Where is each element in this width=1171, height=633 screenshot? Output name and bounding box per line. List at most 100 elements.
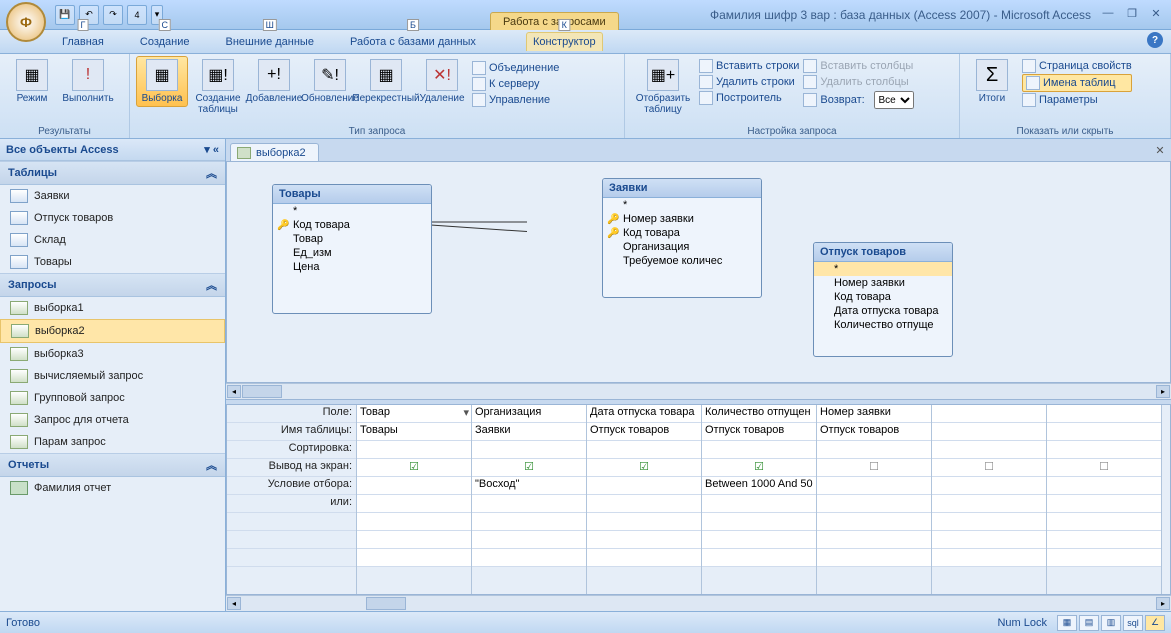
grid-cell[interactable] [587, 513, 701, 531]
grid-cell[interactable] [932, 423, 1046, 441]
nav-section-reports[interactable]: Отчеты︽ [0, 453, 225, 477]
grid-cell[interactable] [472, 549, 586, 567]
update-button[interactable]: ✎!Обновление [304, 56, 356, 107]
return-select[interactable]: Все [874, 91, 914, 109]
collapse-icon[interactable]: ︽ [206, 165, 217, 181]
grid-cell[interactable] [472, 495, 586, 513]
view-pivot-icon[interactable]: ▤ [1079, 615, 1099, 631]
grid-cell[interactable]: ☑ [587, 459, 701, 477]
view-datasheet-icon[interactable]: ▦ [1057, 615, 1077, 631]
grid-column[interactable]: ☐ [932, 405, 1047, 594]
run-button[interactable]: !Выполнить [62, 56, 114, 107]
table-names-button[interactable]: Имена таблиц [1022, 74, 1132, 92]
grid-column[interactable]: Номер заявкиОтпуск товаров ☐ [817, 405, 932, 594]
grid-cell[interactable]: Товары [357, 423, 471, 441]
grid-cell[interactable]: Отпуск товаров [587, 423, 701, 441]
passthrough-button[interactable]: К серверу [472, 76, 559, 92]
grid-cell[interactable] [932, 513, 1046, 531]
table-field[interactable]: Цена [273, 260, 431, 274]
table-field[interactable]: Номер заявки [814, 276, 952, 290]
grid-cell[interactable] [357, 531, 471, 549]
qat-redo-icon[interactable]: ↷ [103, 5, 123, 25]
grid-cell[interactable] [472, 441, 586, 459]
tab-design[interactable]: ККонструктор [526, 32, 603, 51]
nav-query-item[interactable]: выборка3 [0, 343, 225, 365]
grid-cell[interactable] [817, 477, 931, 495]
builder-button[interactable]: Построитель [699, 90, 799, 106]
nav-table-item[interactable]: Товары [0, 251, 225, 273]
parameters-button[interactable]: Параметры [1022, 92, 1132, 108]
delete-rows-button[interactable]: Удалить строки [699, 74, 799, 90]
grid-cell[interactable] [817, 531, 931, 549]
tab-external-data[interactable]: ШВнешние данные [220, 33, 320, 51]
diagram-hscroll[interactable]: ◂▸ [226, 383, 1171, 399]
tab-home[interactable]: ГГлавная [56, 33, 110, 51]
grid-cell[interactable]: Номер заявки [817, 405, 931, 423]
grid-cell[interactable]: Отпуск товаров [817, 423, 931, 441]
tab-database-tools[interactable]: БРабота с базами данных [344, 33, 482, 51]
append-button[interactable]: +!Добавление [248, 56, 300, 107]
grid-cell[interactable]: ☐ [817, 459, 931, 477]
grid-cell[interactable] [702, 495, 816, 513]
data-def-button[interactable]: Управление [472, 92, 559, 108]
grid-cell[interactable] [587, 477, 701, 495]
table-field[interactable]: Требуемое количес [603, 254, 761, 268]
grid-cell[interactable] [357, 441, 471, 459]
grid-column[interactable]: ОрганизацияЗаявки☑"Восход" [472, 405, 587, 594]
grid-cell[interactable] [587, 549, 701, 567]
table-box-zayavki[interactable]: Заявки * 🔑Номер заявки 🔑Код товара Орган… [602, 178, 762, 298]
grid-cell[interactable] [357, 549, 471, 567]
grid-cell[interactable]: ☐ [1047, 459, 1161, 477]
grid-cell[interactable] [357, 495, 471, 513]
close-button[interactable]: ✕ [1147, 5, 1165, 21]
nav-report-item[interactable]: Фамилия отчет [0, 477, 225, 499]
grid-cell[interactable]: "Восход" [472, 477, 586, 495]
table-field[interactable]: Организация [603, 240, 761, 254]
show-table-button[interactable]: ▦+Отобразить таблицу [631, 56, 695, 118]
delete-query-button[interactable]: ✕!Удаление [416, 56, 468, 107]
collapse-icon[interactable]: ︽ [206, 277, 217, 293]
grid-cell[interactable] [1047, 423, 1161, 441]
union-button[interactable]: Объединение [472, 60, 559, 76]
grid-cell[interactable]: Between 1000 And 50 [702, 477, 816, 495]
grid-cell[interactable]: ☑ [357, 459, 471, 477]
insert-cols-button[interactable]: Вставить столбцы [803, 58, 913, 74]
grid-cell[interactable] [587, 531, 701, 549]
delete-cols-button[interactable]: Удалить столбцы [803, 74, 913, 90]
grid-cell[interactable] [817, 513, 931, 531]
grid-cell[interactable]: ☑ [702, 459, 816, 477]
grid-cell[interactable] [817, 549, 931, 567]
table-field[interactable]: Код товара [814, 290, 952, 304]
qat-save-icon[interactable]: 💾 [55, 5, 75, 25]
table-field[interactable]: * [603, 198, 761, 212]
grid-cell[interactable] [1047, 531, 1161, 549]
minimize-button[interactable]: — [1099, 5, 1117, 21]
grid-cell[interactable]: ☑ [472, 459, 586, 477]
nav-query-item[interactable]: выборка2 [0, 319, 225, 343]
select-query-button[interactable]: ▦Выборка [136, 56, 188, 107]
grid-cell[interactable] [817, 495, 931, 513]
grid-cell[interactable]: Организация [472, 405, 586, 423]
grid-cell[interactable] [1047, 495, 1161, 513]
grid-cell[interactable] [357, 477, 471, 495]
nav-query-item[interactable]: выборка1 [0, 297, 225, 319]
table-field[interactable]: Количество отпуще [814, 318, 952, 332]
grid-column[interactable]: ☐ [1047, 405, 1162, 594]
crosstab-button[interactable]: ▦Перекрестный [360, 56, 412, 107]
grid-cell[interactable] [932, 549, 1046, 567]
table-field[interactable]: 🔑Номер заявки [603, 212, 761, 226]
grid-cell[interactable] [1047, 513, 1161, 531]
totals-button[interactable]: ΣИтоги [966, 56, 1018, 107]
dropdown-icon[interactable]: ▾ [463, 406, 469, 419]
grid-cell[interactable] [817, 441, 931, 459]
table-field[interactable]: 🔑Код товара [273, 218, 431, 232]
grid-cell[interactable]: Отпуск товаров [702, 423, 816, 441]
view-chart-icon[interactable]: ▥ [1101, 615, 1121, 631]
insert-rows-button[interactable]: Вставить строки [699, 58, 799, 74]
nav-section-queries[interactable]: Запросы︽ [0, 273, 225, 297]
tab-create[interactable]: ССоздание [134, 33, 196, 51]
grid-cell[interactable] [702, 441, 816, 459]
table-field[interactable]: * [273, 204, 431, 218]
table-box-otpusk[interactable]: Отпуск товаров * Номер заявки Код товара… [813, 242, 953, 357]
view-sql-icon[interactable]: sql [1123, 615, 1143, 631]
